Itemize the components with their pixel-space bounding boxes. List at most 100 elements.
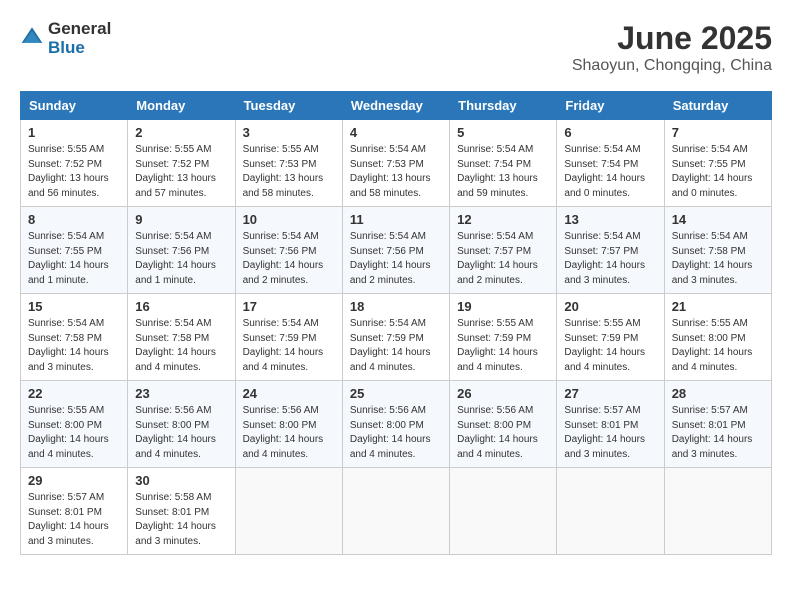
day-info: Sunrise: 5:54 AMSunset: 7:59 PMDaylight:… (243, 317, 335, 375)
day-info: Sunrise: 5:56 AMSunset: 8:00 PMDaylight:… (457, 404, 549, 462)
day-info: Sunrise: 5:54 AMSunset: 7:56 PMDaylight:… (135, 230, 227, 288)
day-info: Sunrise: 5:55 AMSunset: 7:59 PMDaylight:… (564, 317, 656, 375)
day-number: 4 (350, 125, 442, 140)
weekday-header-saturday: Saturday (664, 92, 771, 120)
logo: General Blue (20, 20, 111, 57)
calendar-cell: 11 Sunrise: 5:54 AMSunset: 7:56 PMDayligh… (342, 207, 449, 294)
calendar-cell: 3 Sunrise: 5:55 AMSunset: 7:53 PMDaylight… (235, 120, 342, 207)
day-info: Sunrise: 5:54 AMSunset: 7:59 PMDaylight:… (350, 317, 442, 375)
day-info: Sunrise: 5:56 AMSunset: 8:00 PMDaylight:… (243, 404, 335, 462)
calendar-cell: 21 Sunrise: 5:55 AMSunset: 8:00 PMDayligh… (664, 294, 771, 381)
logo-blue: Blue (48, 39, 111, 58)
day-number: 7 (672, 125, 764, 140)
calendar-week-row: 29Sunrise: 5:57 AMSunset: 8:01 PMDayligh… (21, 468, 772, 555)
title-block: June 2025 Shaoyun, Chongqing, China (572, 20, 772, 75)
calendar-cell: 12 Sunrise: 5:54 AMSunset: 7:57 PMDayligh… (450, 207, 557, 294)
page-header: General Blue June 2025 Shaoyun, Chongqin… (20, 20, 772, 75)
calendar-week-row: 22Sunrise: 5:55 AMSunset: 8:00 PMDayligh… (21, 381, 772, 468)
weekday-header-tuesday: Tuesday (235, 92, 342, 120)
day-info: Sunrise: 5:54 AMSunset: 7:54 PMDaylight:… (564, 143, 656, 201)
day-number: 3 (243, 125, 335, 140)
day-info: Sunrise: 5:54 AMSunset: 7:54 PMDaylight:… (457, 143, 549, 201)
day-info: Sunrise: 5:56 AMSunset: 8:00 PMDaylight:… (135, 404, 227, 462)
calendar-cell: 19 Sunrise: 5:55 AMSunset: 7:59 PMDayligh… (450, 294, 557, 381)
calendar-week-row: 15 Sunrise: 5:54 AMSunset: 7:58 PMDayligh… (21, 294, 772, 381)
day-number: 8 (28, 212, 120, 227)
day-number: 27 (564, 386, 656, 401)
day-number: 1 (28, 125, 120, 140)
day-number: 9 (135, 212, 227, 227)
day-number: 30 (135, 473, 227, 488)
calendar-cell: 8 Sunrise: 5:54 AMSunset: 7:55 PMDaylight… (21, 207, 128, 294)
location: Shaoyun, Chongqing, China (572, 57, 772, 75)
weekday-header-sunday: Sunday (21, 92, 128, 120)
calendar-cell (235, 468, 342, 555)
day-number: 24 (243, 386, 335, 401)
calendar-cell: 25Sunrise: 5:56 AMSunset: 8:00 PMDayligh… (342, 381, 449, 468)
calendar-header-row: SundayMondayTuesdayWednesdayThursdayFrid… (21, 92, 772, 120)
day-number: 15 (28, 299, 120, 314)
day-number: 18 (350, 299, 442, 314)
day-number: 23 (135, 386, 227, 401)
calendar-cell: 7 Sunrise: 5:54 AMSunset: 7:55 PMDaylight… (664, 120, 771, 207)
day-number: 12 (457, 212, 549, 227)
weekday-header-thursday: Thursday (450, 92, 557, 120)
logo-icon (20, 24, 44, 48)
day-number: 10 (243, 212, 335, 227)
calendar-cell: 26 Sunrise: 5:56 AMSunset: 8:00 PMDayligh… (450, 381, 557, 468)
day-info: Sunrise: 5:55 AMSunset: 7:59 PMDaylight:… (457, 317, 549, 375)
day-number: 16 (135, 299, 227, 314)
day-info: Sunrise: 5:55 AMSunset: 7:52 PMDaylight:… (28, 143, 120, 201)
day-info: Sunrise: 5:54 AMSunset: 7:55 PMDaylight:… (672, 143, 764, 201)
day-number: 22 (28, 386, 120, 401)
day-info: Sunrise: 5:55 AMSunset: 8:00 PMDaylight:… (672, 317, 764, 375)
calendar-cell: 4 Sunrise: 5:54 AMSunset: 7:53 PMDaylight… (342, 120, 449, 207)
calendar-cell: 18 Sunrise: 5:54 AMSunset: 7:59 PMDayligh… (342, 294, 449, 381)
day-number: 28 (672, 386, 764, 401)
calendar-cell: 27 Sunrise: 5:57 AMSunset: 8:01 PMDayligh… (557, 381, 664, 468)
day-number: 20 (564, 299, 656, 314)
calendar-cell (450, 468, 557, 555)
day-number: 6 (564, 125, 656, 140)
day-info: Sunrise: 5:54 AMSunset: 7:53 PMDaylight:… (350, 143, 442, 201)
day-info: Sunrise: 5:54 AMSunset: 7:56 PMDaylight:… (350, 230, 442, 288)
logo-general: General (48, 20, 111, 39)
calendar-cell (342, 468, 449, 555)
calendar-cell: 14Sunrise: 5:54 AMSunset: 7:58 PMDayligh… (664, 207, 771, 294)
day-number: 17 (243, 299, 335, 314)
day-info: Sunrise: 5:54 AMSunset: 7:57 PMDaylight:… (457, 230, 549, 288)
calendar-cell: 10 Sunrise: 5:54 AMSunset: 7:56 PMDayligh… (235, 207, 342, 294)
day-number: 29 (28, 473, 120, 488)
day-info: Sunrise: 5:54 AMSunset: 7:58 PMDaylight:… (672, 230, 764, 288)
day-info: Sunrise: 5:56 AMSunset: 8:00 PMDaylight:… (350, 404, 442, 462)
day-info: Sunrise: 5:55 AMSunset: 7:53 PMDaylight:… (243, 143, 335, 201)
day-number: 11 (350, 212, 442, 227)
calendar-cell: 6 Sunrise: 5:54 AMSunset: 7:54 PMDaylight… (557, 120, 664, 207)
calendar-table: SundayMondayTuesdayWednesdayThursdayFrid… (20, 91, 772, 555)
month-year: June 2025 (572, 20, 772, 57)
day-info: Sunrise: 5:54 AMSunset: 7:55 PMDaylight:… (28, 230, 120, 288)
day-number: 26 (457, 386, 549, 401)
calendar-cell: 16Sunrise: 5:54 AMSunset: 7:58 PMDayligh… (128, 294, 235, 381)
calendar-cell (664, 468, 771, 555)
weekday-header-wednesday: Wednesday (342, 92, 449, 120)
calendar-cell (557, 468, 664, 555)
day-number: 21 (672, 299, 764, 314)
weekday-header-monday: Monday (128, 92, 235, 120)
day-info: Sunrise: 5:55 AMSunset: 7:52 PMDaylight:… (135, 143, 227, 201)
calendar-cell: 23 Sunrise: 5:56 AMSunset: 8:00 PMDayligh… (128, 381, 235, 468)
calendar-cell: 29Sunrise: 5:57 AMSunset: 8:01 PMDayligh… (21, 468, 128, 555)
day-info: Sunrise: 5:54 AMSunset: 7:56 PMDaylight:… (243, 230, 335, 288)
calendar-cell: 5 Sunrise: 5:54 AMSunset: 7:54 PMDaylight… (450, 120, 557, 207)
day-info: Sunrise: 5:54 AMSunset: 7:58 PMDaylight:… (28, 317, 120, 375)
weekday-header-friday: Friday (557, 92, 664, 120)
day-number: 5 (457, 125, 549, 140)
day-number: 13 (564, 212, 656, 227)
calendar-cell: 1 Sunrise: 5:55 AMSunset: 7:52 PMDaylight… (21, 120, 128, 207)
day-number: 19 (457, 299, 549, 314)
calendar-cell: 15 Sunrise: 5:54 AMSunset: 7:58 PMDayligh… (21, 294, 128, 381)
day-info: Sunrise: 5:57 AMSunset: 8:01 PMDaylight:… (564, 404, 656, 462)
calendar-week-row: 8 Sunrise: 5:54 AMSunset: 7:55 PMDaylight… (21, 207, 772, 294)
calendar-cell: 22Sunrise: 5:55 AMSunset: 8:00 PMDayligh… (21, 381, 128, 468)
calendar-cell: 17 Sunrise: 5:54 AMSunset: 7:59 PMDayligh… (235, 294, 342, 381)
